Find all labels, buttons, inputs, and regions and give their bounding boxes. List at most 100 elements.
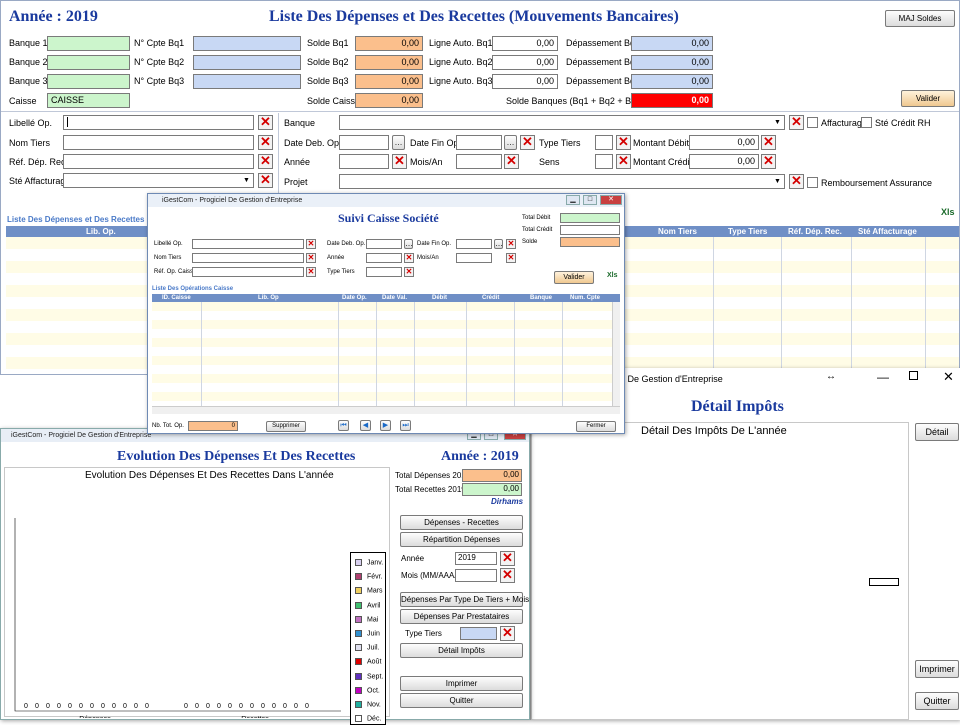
caisse-ref-input[interactable] (192, 267, 304, 277)
caisse-date-fin-picker[interactable]: … (494, 239, 503, 249)
quitter-button[interactable]: Quitter (400, 693, 523, 708)
horizontal-scrollbar[interactable] (152, 406, 620, 414)
clear-date-icon[interactable]: ✕ (520, 135, 535, 150)
type-tiers-mois-button[interactable]: Dépenses Par Type De Tiers + Mois (400, 592, 529, 607)
col-type-tiers[interactable]: Type Tiers (728, 226, 767, 237)
date-deb-input[interactable] (339, 135, 389, 150)
ligne-bq1-field[interactable]: 0,00 (492, 36, 558, 51)
prestataires-button[interactable]: Dépenses Par Prestataires (400, 609, 523, 624)
caisse-supprimer-button[interactable]: Supprimer (266, 421, 306, 432)
clear-ref-icon[interactable]: ✕ (258, 154, 273, 169)
clear-ref-icon[interactable]: ✕ (306, 267, 316, 277)
caisse-valider-button[interactable]: Valider (554, 271, 594, 284)
vertical-scrollbar[interactable] (612, 302, 620, 406)
impots-quitter-button[interactable]: Quitter (915, 692, 959, 710)
clear-nom-tiers-icon[interactable]: ✕ (258, 135, 273, 150)
clear-mois-icon[interactable]: ✕ (504, 154, 519, 169)
ligne-bq2-field[interactable]: 0,00 (492, 55, 558, 70)
detail-impots-button[interactable]: Détail Impôts (400, 643, 523, 658)
date-fin-picker-button[interactable]: … (504, 135, 517, 150)
libelle-input[interactable] (63, 115, 254, 130)
clear-montant-credit-icon[interactable]: ✕ (761, 154, 776, 169)
depenses-recettes-button[interactable]: Dépenses - Recettes (400, 515, 523, 530)
maj-soldes-button[interactable]: MAJ Soldes (885, 10, 955, 27)
date-deb-picker-button[interactable]: … (392, 135, 405, 150)
caisse-date-deb-picker[interactable]: … (404, 239, 413, 249)
evolution-annee-input[interactable]: 2019 (455, 552, 497, 565)
clear-libelle-icon[interactable]: ✕ (306, 239, 316, 249)
ref-input[interactable] (63, 154, 254, 169)
caisse-fermer-button[interactable]: Fermer (576, 421, 616, 432)
excel-icon[interactable]: Xls (941, 207, 955, 217)
date-fin-input[interactable] (456, 135, 502, 150)
bank3-field[interactable] (47, 74, 130, 89)
projet-select[interactable]: ▼ (339, 174, 785, 189)
col-ste[interactable]: Sté Affacturage (858, 226, 917, 237)
maximize-icon[interactable] (909, 371, 918, 380)
clear-annee-icon[interactable]: ✕ (392, 154, 407, 169)
clear-annee-icon[interactable]: ✕ (500, 551, 515, 566)
repartition-button[interactable]: Répartition Dépenses (400, 532, 523, 547)
cpte-bq1-field[interactable] (193, 36, 301, 51)
clear-nom-tiers-icon[interactable]: ✕ (306, 253, 316, 263)
caisse-mois-input[interactable] (456, 253, 492, 263)
clear-mois-icon[interactable]: ✕ (500, 568, 515, 583)
valider-button[interactable]: Valider (901, 90, 955, 107)
evolution-type-tiers-input[interactable] (460, 627, 497, 640)
clear-type-tiers-icon[interactable]: ✕ (500, 626, 515, 641)
montant-debit-input[interactable]: 0,00 (689, 135, 759, 150)
cpte-bq2-field[interactable] (193, 55, 301, 70)
caisse-field[interactable]: CAISSE (47, 93, 130, 108)
bank2-field[interactable] (47, 55, 130, 70)
clear-date-icon[interactable]: ✕ (506, 239, 516, 249)
col-ref[interactable]: Réf. Dép. Rec. (788, 226, 842, 237)
banque-select[interactable]: ▼ (339, 115, 785, 130)
montant-credit-input[interactable]: 0,00 (689, 154, 759, 169)
col-nom-tiers[interactable]: Nom Tiers (658, 226, 697, 237)
clear-type-tiers-icon[interactable]: ✕ (404, 267, 414, 277)
clear-sens-icon[interactable]: ✕ (616, 154, 631, 169)
annee-input[interactable] (339, 154, 389, 169)
next-page-icon[interactable]: ▶ (380, 420, 391, 431)
nom-tiers-input[interactable] (63, 135, 254, 150)
ligne-bq3-field[interactable]: 0,00 (492, 74, 558, 89)
ste-credit-checkbox[interactable] (861, 117, 872, 128)
caisse-date-deb-input[interactable] (366, 239, 402, 249)
resize-icon[interactable]: ↔ (826, 371, 836, 382)
imprimer-button[interactable]: Imprimer (400, 676, 523, 691)
mois-input[interactable] (456, 154, 502, 169)
evolution-mois-input[interactable] (455, 569, 497, 582)
minimize-icon[interactable]: ▁ (566, 195, 580, 205)
caisse-type-tiers-input[interactable] (366, 267, 402, 277)
clear-mois-icon[interactable]: ✕ (506, 253, 516, 263)
bank1-field[interactable] (47, 36, 130, 51)
clear-annee-icon[interactable]: ✕ (404, 253, 414, 263)
affacturage-checkbox[interactable] (807, 117, 818, 128)
ste-affacturage-select[interactable]: ▼ (63, 173, 254, 188)
minimize-icon[interactable]: — (877, 370, 889, 384)
sens-input[interactable] (595, 154, 613, 169)
clear-banque-icon[interactable]: ✕ (789, 115, 804, 130)
caisse-libelle-input[interactable] (192, 239, 304, 249)
excel-icon[interactable]: Xls (607, 272, 618, 279)
type-tiers-input[interactable] (595, 135, 613, 150)
col-lib-op[interactable]: Lib. Op. (86, 226, 116, 237)
caisse-date-fin-input[interactable] (456, 239, 492, 249)
cpte-bq3-field[interactable] (193, 74, 301, 89)
impots-scroll-thumb[interactable] (869, 578, 899, 586)
remboursement-checkbox[interactable] (807, 177, 818, 188)
close-icon[interactable]: ✕ (600, 195, 622, 205)
clear-montant-debit-icon[interactable]: ✕ (761, 135, 776, 150)
clear-projet-icon[interactable]: ✕ (789, 174, 804, 189)
close-icon[interactable]: ✕ (943, 369, 954, 385)
clear-libelle-icon[interactable]: ✕ (258, 115, 273, 130)
impots-imprimer-button[interactable]: Imprimer (915, 660, 959, 678)
prev-page-icon[interactable]: ◀ (360, 420, 371, 431)
clear-type-tiers-icon[interactable]: ✕ (616, 135, 631, 150)
first-page-icon[interactable]: ⏮ (338, 420, 349, 431)
maximize-icon[interactable]: □ (583, 195, 597, 205)
clear-ste-icon[interactable]: ✕ (258, 173, 273, 188)
last-page-icon[interactable]: ⏭ (400, 420, 411, 431)
caisse-nom-tiers-input[interactable] (192, 253, 304, 263)
impots-detail-button[interactable]: Détail (915, 423, 959, 441)
